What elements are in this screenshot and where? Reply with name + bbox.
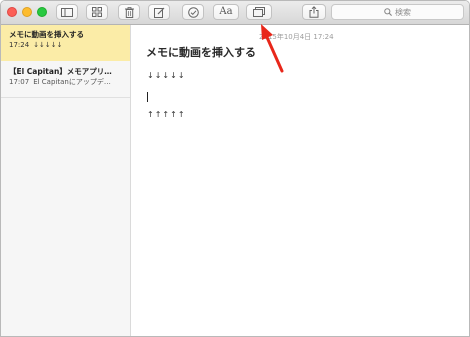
text-format-icon: Aa xyxy=(219,6,233,17)
sidebar-toggle-button[interactable] xyxy=(56,4,78,20)
delete-button[interactable] xyxy=(118,4,140,20)
checklist-button[interactable] xyxy=(182,4,204,20)
note-item-time: 17:07 xyxy=(9,78,30,86)
photo-browser-icon xyxy=(253,7,265,17)
note-item-meta: 17:24 ↓↓↓↓↓ xyxy=(9,40,125,50)
note-item-title: 【El Capitan】メモアプリ… xyxy=(9,67,112,76)
text-caret xyxy=(147,92,148,102)
note-item-preview: ↓↓↓↓↓ xyxy=(33,41,63,49)
note-item-time: 17:24 xyxy=(9,41,30,49)
note-item-title: メモに動画を挿入する xyxy=(9,30,84,39)
note-editor[interactable]: 2015年10月4日 17:24 メモに動画を挿入する ↓↓↓↓↓ ↑↑↑↑↑ xyxy=(131,25,469,336)
note-line-up-arrows[interactable]: ↑↑↑↑↑ xyxy=(147,110,186,119)
notes-window: Aa 検索 メモに動画を挿入する 17:24 ↓↓↓↓↓ 【El Capitan… xyxy=(0,0,470,337)
note-item-meta: 17:07 El Capitanにアップデ… xyxy=(9,77,125,87)
zoom-window-button[interactable] xyxy=(37,7,47,17)
note-line-down-arrows[interactable]: ↓↓↓↓↓ xyxy=(147,71,186,80)
compose-icon xyxy=(153,7,164,18)
new-note-button[interactable] xyxy=(148,4,170,20)
close-window-button[interactable] xyxy=(7,7,17,17)
attachments-browser-button[interactable] xyxy=(86,4,108,20)
trash-icon xyxy=(124,6,134,18)
toolbar: Aa 検索 xyxy=(1,1,469,25)
search-icon xyxy=(384,8,392,16)
minimize-window-button[interactable] xyxy=(22,7,32,17)
format-button[interactable]: Aa xyxy=(213,4,239,20)
insert-media-button[interactable] xyxy=(246,4,272,20)
list-item-note[interactable]: 【El Capitan】メモアプリ… 17:07 El Capitanにアップデ… xyxy=(1,62,130,98)
note-title[interactable]: メモに動画を挿入する xyxy=(146,44,256,60)
notes-list: メモに動画を挿入する 17:24 ↓↓↓↓↓ 【El Capitan】メモアプリ…… xyxy=(1,25,131,336)
annotation-arrow-icon xyxy=(261,24,284,73)
checkmark-circle-icon xyxy=(187,6,199,18)
note-item-preview: El Capitanにアップデ… xyxy=(33,78,111,86)
share-button[interactable] xyxy=(302,4,326,20)
sidebar-icon xyxy=(61,7,73,17)
search-input[interactable]: 検索 xyxy=(331,4,464,20)
grid-icon xyxy=(92,7,102,17)
share-icon xyxy=(309,6,319,18)
search-placeholder: 検索 xyxy=(395,7,411,17)
list-item-note-selected[interactable]: メモに動画を挿入する 17:24 ↓↓↓↓↓ xyxy=(1,25,130,61)
